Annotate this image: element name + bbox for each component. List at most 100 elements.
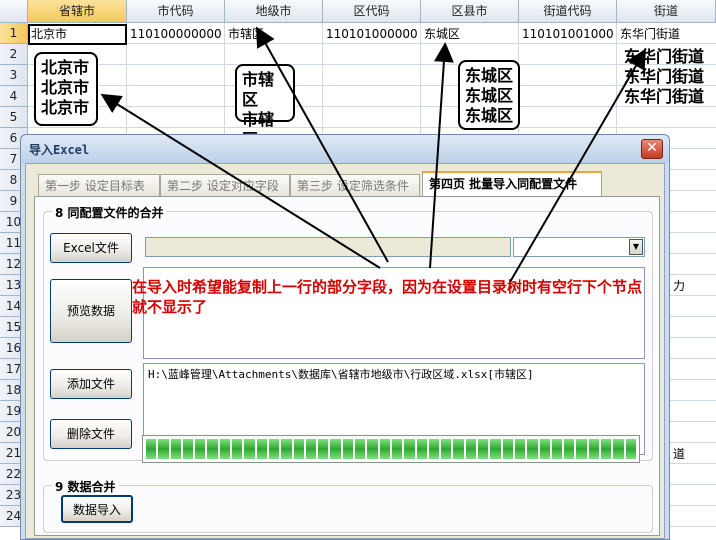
data-import-button[interactable]: 数据导入: [61, 495, 133, 523]
progress-segment: [244, 439, 255, 459]
grid-row-line: [28, 64, 716, 65]
cell-peek-r13[interactable]: 力: [670, 276, 713, 297]
note-street-line: 东华门街道: [624, 67, 705, 86]
progress-segment: [293, 439, 304, 459]
row-header[interactable]: 4: [0, 86, 28, 107]
tab-step4[interactable]: 第四页 批量导入同配置文件: [422, 171, 602, 197]
progress-segment: [195, 439, 206, 459]
progress-segment: [207, 439, 218, 459]
progress-segment: [281, 439, 292, 459]
tab-step2[interactable]: 第二步 设定对应字段: [160, 174, 290, 196]
progress-segment: [527, 439, 538, 459]
progress-segment: [391, 439, 403, 459]
progress-segment: [158, 439, 169, 459]
progress-segment: [564, 439, 575, 459]
note-city: 北京市 北京市 北京市: [34, 52, 98, 126]
progress-segment: [256, 439, 267, 459]
progress-segment: [551, 439, 563, 459]
progress-segment: [441, 439, 452, 459]
progress-segment: [268, 439, 280, 459]
annotation-text: 在导入时希望能复制上一行的部分字段，因为在设置目录树时有空行下个节点就不显示了: [132, 278, 643, 316]
note-county: 东城区 东城区 东城区: [458, 60, 520, 130]
progress-segment: [170, 439, 181, 459]
note-district-line: 市辖区: [242, 70, 275, 109]
progress-segment: [490, 439, 501, 459]
cell-e1[interactable]: 东城区: [421, 24, 519, 45]
row-header[interactable]: 3: [0, 65, 28, 86]
tab-page-batch-import: 8 同配置文件的合并 Excel文件 ▼ 预览数据 添加文件 删除文件 H:\蓝…: [34, 196, 660, 536]
row-header[interactable]: 5: [0, 107, 28, 128]
progress-segment: [502, 439, 513, 459]
progress-segment: [465, 439, 477, 459]
excel-path-field[interactable]: [145, 237, 511, 257]
progress-segment: [576, 439, 587, 459]
dialog-client-area: 第一步 设定目标表 第二步 设定对应字段 第三步 设定筛选条件 第四页 批量导入…: [25, 163, 665, 539]
group-data-merge: 9 数据合并: [43, 478, 653, 533]
row-header[interactable]: 1: [0, 23, 28, 44]
group-merge-title: 8 同配置文件的合并: [52, 204, 167, 221]
cell-d1[interactable]: 110101000000: [323, 24, 421, 45]
select-all-corner[interactable]: [0, 0, 28, 23]
progress-segment: [146, 439, 157, 459]
column-header-street-code[interactable]: 街道代码: [519, 0, 617, 23]
progress-segment: [379, 439, 390, 459]
progress-segment: [342, 439, 354, 459]
progress-segment: [355, 439, 366, 459]
progress-segment: [588, 439, 599, 459]
cell-b1[interactable]: 110100000000: [127, 24, 225, 45]
import-progress-bar: [142, 435, 640, 463]
tab-step3[interactable]: 第三步 设定筛选条件: [290, 174, 420, 196]
progress-segment: [219, 439, 231, 459]
close-icon: ✕: [646, 140, 658, 156]
column-header-prefecture[interactable]: 地级市: [225, 0, 323, 23]
chevron-down-icon[interactable]: ▼: [629, 239, 643, 255]
cell-peek-r21[interactable]: 道: [670, 444, 713, 465]
progress-segment: [478, 439, 489, 459]
delete-file-button[interactable]: 删除文件: [50, 419, 132, 449]
progress-segment: [539, 439, 550, 459]
progress-segment: [453, 439, 464, 459]
column-header-district-code[interactable]: 区代码: [323, 0, 421, 23]
progress-segment: [600, 439, 612, 459]
note-county-line: 东城区: [465, 86, 514, 105]
cell-f1[interactable]: 110101001000: [519, 24, 617, 45]
add-file-button[interactable]: 添加文件: [50, 369, 132, 399]
progress-segment: [330, 439, 341, 459]
progress-segment: [182, 439, 194, 459]
preview-data-button[interactable]: 预览数据: [50, 279, 132, 343]
cell-c1[interactable]: 市辖区: [225, 24, 323, 45]
note-street: 东华门街道 东华门街道 东华门街道: [624, 47, 704, 107]
progress-segment: [514, 439, 526, 459]
column-header-street[interactable]: 街道: [617, 0, 716, 23]
progress-segment: [404, 439, 415, 459]
progress-segment: [428, 439, 440, 459]
row-header[interactable]: 2: [0, 44, 28, 65]
import-excel-dialog[interactable]: 导入Excel ✕ 第一步 设定目标表 第二步 设定对应字段 第三步 设定筛选条…: [20, 134, 670, 540]
dialog-title-bar[interactable]: 导入Excel ✕: [21, 135, 669, 163]
column-header-city-code[interactable]: 市代码: [127, 0, 225, 23]
note-county-line: 东城区: [465, 66, 514, 85]
grid-row-line: [28, 106, 716, 107]
cell-a1[interactable]: 北京市: [28, 24, 127, 45]
cell-g1[interactable]: 东华门街道: [617, 24, 716, 45]
close-button[interactable]: ✕: [641, 139, 663, 159]
note-street-line: 东华门街道: [624, 47, 705, 66]
progress-segment: [416, 439, 427, 459]
progress-segment: [318, 439, 329, 459]
tab-step1[interactable]: 第一步 设定目标表: [38, 174, 160, 196]
note-city-line: 北京市: [41, 98, 90, 117]
dialog-title: 导入Excel: [29, 143, 90, 157]
file-list-item[interactable]: H:\蓝峰管理\Attachments\数据库\省辖市地级市\行政区域.xlsx…: [144, 364, 644, 384]
column-header-county[interactable]: 区县市: [421, 0, 519, 23]
sheet-select[interactable]: ▼: [513, 237, 645, 257]
note-county-line: 东城区: [465, 106, 514, 125]
progress-segment: [613, 439, 624, 459]
grid-row-line: [28, 127, 716, 128]
excel-file-button[interactable]: Excel文件: [50, 233, 132, 263]
progress-segment: [232, 439, 243, 459]
grid-row-line: [28, 85, 716, 86]
column-header-province-city[interactable]: 省辖市: [28, 0, 127, 23]
note-street-line: 东华门街道: [624, 87, 705, 106]
note-city-line: 北京市: [41, 58, 90, 77]
progress-segment: [367, 439, 378, 459]
